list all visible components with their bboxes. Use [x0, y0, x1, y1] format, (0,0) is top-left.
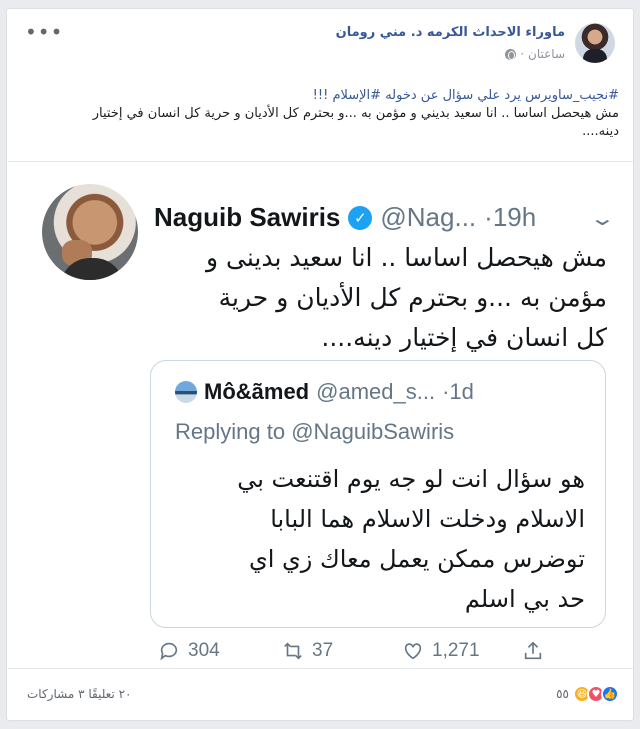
like-reaction-icon: 👍	[601, 685, 619, 703]
quoted-text-line: توضرس ممكن يعمل معاك زي اي	[248, 545, 585, 573]
globe-icon	[505, 48, 517, 60]
quoted-text-line: الاسلام ودخلت الاسلام هما البابا	[270, 505, 585, 533]
quoted-text-line: حد بي اسلم	[464, 585, 585, 613]
more-options-icon[interactable]: •••	[25, 22, 63, 42]
post-meta: ساعتان ·	[505, 47, 565, 61]
tweet-avatar	[42, 184, 138, 280]
post-body-line: دينه....	[582, 124, 619, 139]
reply-count: 304	[188, 640, 220, 661]
post-text: #نجيب_ساويرس يرد علي سؤال عن دخوله #الإس…	[25, 87, 619, 141]
facebook-post-card: ••• ماوراء الاحداث الكرمه د. مني رومان س…	[6, 8, 634, 721]
tweet-time: ·19h	[484, 202, 537, 232]
post-body-line: مش هيحصل اساسا .. انا سعيد بديني و مؤمن …	[92, 106, 619, 121]
post-author-name[interactable]: ماوراء الاحداث الكرمه د. مني رومان	[336, 25, 565, 40]
retweet-icon	[284, 642, 302, 660]
tweet-text: مش هيحصل اساسا .. انا سعيد بدينى و مؤمن …	[154, 238, 607, 358]
tweet-screenshot[interactable]: Naguib Sawiris ✓ @Nag... ·19h ⌄ مش هيحصل…	[8, 161, 633, 669]
like-count: 1,271	[432, 640, 480, 661]
replying-prefix: Replying to	[175, 419, 286, 444]
tweet-text-line: مؤمن به ...و بحترم كل الأديان و حرية	[218, 283, 607, 312]
verified-badge-icon: ✓	[348, 205, 373, 230]
share-icon	[524, 641, 542, 660]
quoted-handle: @amed_s...	[316, 379, 436, 404]
tweet-actions: 304 37 1,271	[158, 640, 544, 662]
quoted-avatar	[175, 381, 197, 403]
replying-to: Replying to @NaguibSawiris	[175, 419, 454, 445]
reply-action: 304	[158, 640, 282, 662]
tweet-handle: @Nag...	[380, 202, 477, 232]
retweet-count: 37	[312, 640, 334, 661]
author-avatar[interactable]	[575, 23, 615, 63]
replying-mention: @NaguibSawiris	[291, 419, 455, 444]
tweet-text-line: كل انسان في إختيار دينه....	[321, 323, 607, 352]
reply-icon	[160, 642, 178, 661]
reaction-icons: 😆 ♥ 👍	[573, 685, 619, 703]
quoted-tweet-header: Mô&ãmed @amed_s... ·1d	[175, 379, 474, 405]
chevron-down-icon: ⌄	[589, 206, 617, 230]
retweet-action: 37	[282, 640, 402, 662]
heart-icon	[404, 643, 422, 660]
quoted-text-line: هو سؤال انت لو جه يوم اقتنعت بي	[237, 465, 585, 493]
tweet-header: Naguib Sawiris ✓ @Nag... ·19h	[154, 202, 536, 233]
post-time[interactable]: ساعتان	[528, 47, 565, 61]
quoted-tweet: Mô&ãmed @amed_s... ·1d Replying to @Nagu…	[150, 360, 606, 628]
tweet-author-name: Naguib Sawiris	[154, 202, 341, 232]
reactions-summary[interactable]: ٥٥ 😆 ♥ 👍	[556, 685, 619, 703]
like-action: 1,271	[402, 640, 522, 662]
post-stats[interactable]: ٢٠ تعليقًا ٣ مشاركات	[27, 687, 132, 701]
reaction-count[interactable]: ٥٥	[556, 687, 569, 701]
share-action	[522, 640, 544, 662]
quoted-tweet-text: هو سؤال انت لو جه يوم اقتنعت بي الاسلام …	[171, 459, 585, 619]
quoted-author-name: Mô&ãmed	[204, 379, 310, 404]
post-hashtags[interactable]: #نجيب_ساويرس يرد علي سؤال عن دخوله #الإس…	[25, 87, 619, 105]
quoted-time: ·1d	[442, 379, 474, 404]
tweet-text-line: مش هيحصل اساسا .. انا سعيد بدينى و	[205, 243, 607, 272]
